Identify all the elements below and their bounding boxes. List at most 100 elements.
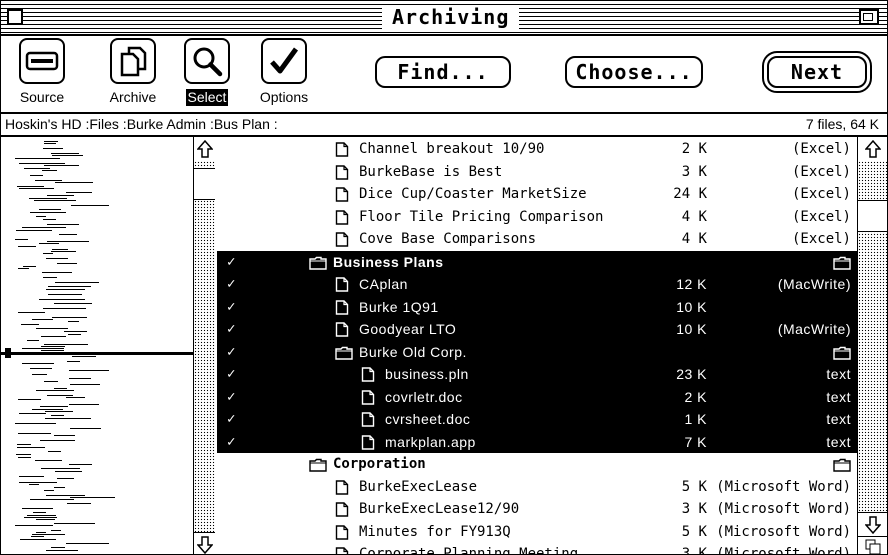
file-row[interactable]: ✓ Goodyear LTO 10 K (MacWrite): [217, 318, 857, 341]
file-name: Corporation: [333, 456, 426, 472]
file-size: 1 K: [684, 411, 707, 427]
close-box-icon[interactable]: [7, 9, 23, 25]
file-size: 2 K: [684, 388, 707, 405]
tool-source[interactable]: Source: [7, 38, 77, 106]
file-size: 10 K: [676, 298, 707, 315]
file-row[interactable]: ✓ cvrsheet.doc 1 K text: [217, 408, 857, 431]
tree-scroll-down-arrow-icon[interactable]: [194, 532, 215, 554]
title-bar[interactable]: Archiving: [1, 1, 887, 36]
checkmark-icon[interactable]: ✓: [227, 363, 235, 385]
list-scroll-thumb[interactable]: [858, 199, 887, 232]
tree-scroll-up-arrow-icon[interactable]: [194, 137, 215, 162]
tool-archive[interactable]: Archive: [98, 38, 168, 106]
find-button[interactable]: Find...: [375, 56, 511, 88]
tool-archive-label: Archive: [109, 89, 157, 105]
tree-current-box: [5, 348, 11, 358]
tree-current-marker: [1, 352, 193, 355]
file-row[interactable]: Minutes for FY913Q 5 K (Microsoft Word): [217, 521, 857, 544]
list-scroll-up-arrow-icon[interactable]: [858, 137, 887, 162]
list-scrollbar[interactable]: [857, 137, 887, 554]
document-icon: [335, 277, 349, 292]
tree-scrollbar[interactable]: [193, 137, 215, 554]
file-kind: (Microsoft Word): [716, 478, 851, 495]
file-size: 24 K: [673, 186, 707, 202]
checkmark-icon[interactable]: ✓: [227, 431, 235, 453]
checkmark-icon[interactable]: ✓: [227, 273, 235, 295]
file-size: 3 K: [681, 501, 707, 517]
checkmark-icon[interactable]: ✓: [227, 251, 235, 273]
file-name: covrletr.doc: [385, 388, 463, 405]
file-row[interactable]: Channel breakout 10/90 2 K (Excel): [217, 138, 857, 161]
checkmark-icon[interactable]: ✓: [227, 408, 235, 430]
file-kind: (Microsoft Word): [716, 501, 851, 517]
folder-tree-map[interactable]: [1, 137, 195, 554]
window-title: Archiving: [382, 5, 520, 30]
file-row[interactable]: ✓ markplan.app 7 K text: [217, 430, 857, 453]
file-row[interactable]: BurkeExecLease 5 K (Microsoft Word): [217, 476, 857, 499]
checkmark-icon[interactable]: ✓: [227, 386, 235, 408]
file-size: 10 K: [676, 321, 707, 337]
file-name: Goodyear LTO: [359, 321, 457, 337]
document-icon: [335, 524, 349, 540]
file-kind: (Excel): [791, 208, 851, 225]
document-icon: [335, 322, 349, 337]
file-row[interactable]: ✓ business.pln 23 K text: [217, 363, 857, 386]
file-name: BurkeExecLease12/90: [359, 501, 520, 517]
file-list[interactable]: Channel breakout 10/90 2 K (Excel) BurkeBas…: [217, 137, 857, 555]
folder-row[interactable]: ✓ Business Plans: [217, 250, 857, 273]
folder-icon: [309, 457, 327, 472]
file-name: business.pln: [385, 366, 469, 382]
file-row[interactable]: BurkeExecLease12/90 3 K (Microsoft Word): [217, 498, 857, 521]
file-name: Channel breakout 10/90: [359, 141, 545, 157]
document-icon: [335, 164, 349, 180]
file-row[interactable]: ✓ covrletr.doc 2 K text: [217, 385, 857, 408]
file-name: Business Plans: [333, 253, 444, 270]
file-kind: text: [826, 411, 851, 427]
file-size: 4 K: [681, 208, 707, 225]
file-row[interactable]: Corporate Planning Meeting 3 K (Microsoft …: [217, 543, 857, 555]
document-icon: [361, 367, 375, 382]
checkmark-icon[interactable]: ✓: [227, 341, 235, 363]
document-icon: [335, 479, 349, 495]
documents-icon: [110, 38, 156, 84]
file-row[interactable]: Floor Tile Pricing Comparison 4 K (Excel): [217, 206, 857, 229]
list-scroll-track[interactable]: [858, 161, 887, 513]
choose-button[interactable]: Choose...: [565, 56, 703, 88]
path-bar: Hoskin's HD :Files :Burke Admin :Bus Pla…: [1, 114, 887, 137]
file-row[interactable]: Cove Base Comparisons 4 K (Excel): [217, 228, 857, 251]
file-row[interactable]: BurkeBase is Best 3 K (Excel): [217, 161, 857, 184]
drive-icon: [19, 38, 65, 84]
list-scroll-down-arrow-icon[interactable]: [858, 512, 887, 537]
tool-select[interactable]: Select: [179, 38, 235, 106]
file-row[interactable]: ✓ CAplan 12 K (MacWrite): [217, 273, 857, 296]
current-path: Hoskin's HD :Files :Burke Admin :Bus Pla…: [5, 116, 278, 132]
zoom-box-icon[interactable]: [859, 9, 879, 25]
file-name: Dice Cup/Coaster MarketSize: [359, 186, 587, 202]
file-kind: text: [826, 433, 851, 450]
tool-select-label: Select: [185, 89, 229, 106]
tree-scroll-track[interactable]: [194, 161, 215, 533]
file-name: Burke 1Q91: [359, 298, 439, 315]
checkmark-icon[interactable]: ✓: [227, 318, 235, 340]
file-row[interactable]: ✓ Burke 1Q91 10 K: [217, 295, 857, 318]
file-name: Corporate Planning Meeting: [359, 546, 579, 555]
file-size: 3 K: [681, 546, 707, 555]
file-kind: (Excel): [791, 231, 851, 247]
checkmark-icon[interactable]: ✓: [227, 296, 235, 318]
tool-options[interactable]: Options: [251, 38, 317, 106]
next-button[interactable]: Next: [762, 51, 872, 93]
file-size: 5 K: [681, 478, 707, 495]
document-icon: [361, 434, 375, 450]
folder-icon: [309, 255, 327, 270]
document-icon: [335, 299, 349, 315]
file-row[interactable]: Dice Cup/Coaster MarketSize 24 K (Excel): [217, 183, 857, 206]
folder-row[interactable]: ✓ Burke Old Corp.: [217, 340, 857, 363]
tree-scroll-thumb[interactable]: [194, 167, 215, 200]
file-name: Minutes for FY913Q: [359, 523, 511, 540]
folder-row[interactable]: Corporation: [217, 453, 857, 476]
document-icon: [361, 412, 375, 427]
document-icon: [335, 502, 349, 517]
file-size: 7 K: [684, 433, 707, 450]
grow-box-icon[interactable]: [858, 536, 887, 554]
document-icon: [335, 232, 349, 247]
